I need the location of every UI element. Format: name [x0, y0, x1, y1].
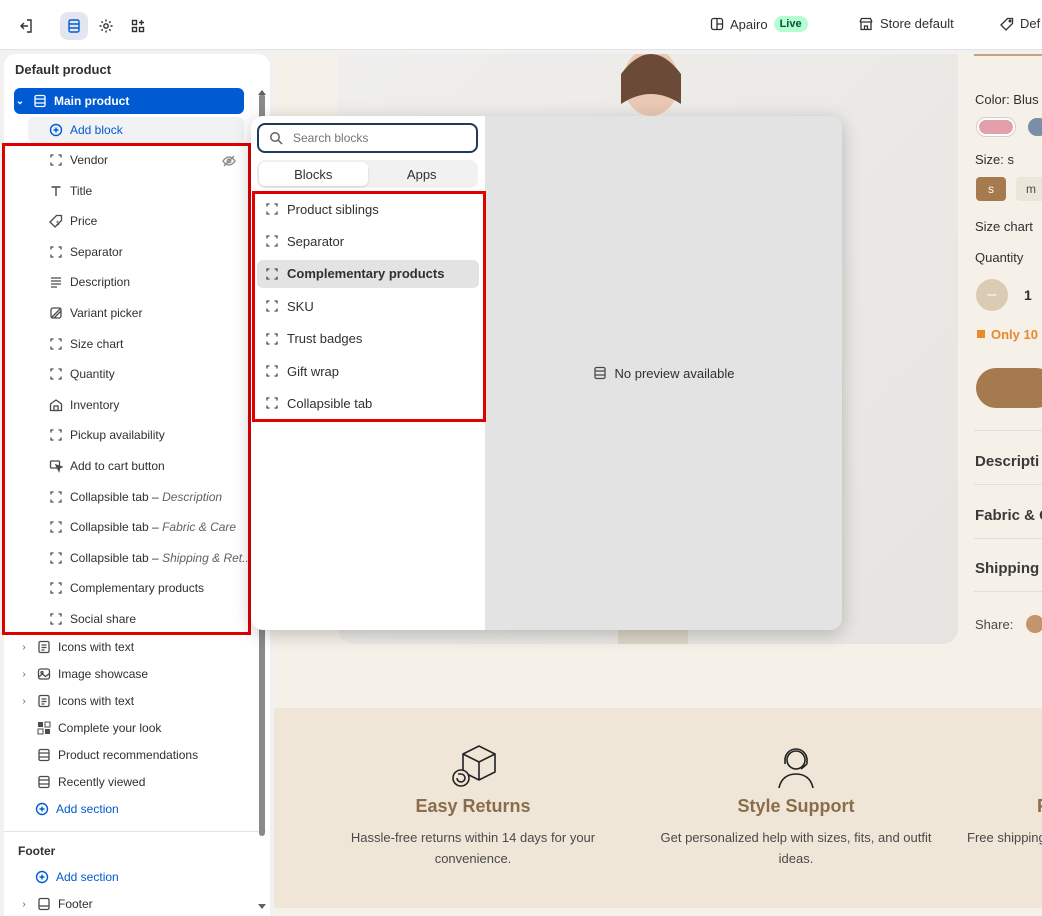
- plus-circle-icon: [48, 122, 64, 138]
- size-option-m[interactable]: m: [1016, 177, 1042, 201]
- scroll-down-arrow[interactable]: [258, 904, 266, 909]
- section-label: Icons with text: [58, 640, 135, 654]
- chevron-right-icon[interactable]: ›: [18, 642, 30, 653]
- footer-group-title: Footer: [18, 844, 56, 858]
- sections-icon[interactable]: [60, 12, 88, 40]
- quantity-value: 1: [1024, 287, 1032, 303]
- footer-section[interactable]: › Footer: [18, 891, 93, 916]
- picker-tabs: Blocks Apps: [257, 160, 478, 188]
- chevron-right-icon[interactable]: ›: [18, 669, 30, 680]
- layout-icon: [710, 17, 724, 31]
- quantity-label: Quantity: [975, 250, 1024, 265]
- store-selector[interactable]: Apairo Live: [710, 16, 808, 32]
- section-icon: [36, 693, 52, 709]
- section-label: Product recommendations: [58, 748, 199, 762]
- tag-icon: [1000, 17, 1014, 31]
- facebook-icon[interactable]: [1026, 615, 1042, 633]
- features-band: Easy Returns Hassle-free returns within …: [274, 708, 1042, 908]
- market-selector[interactable]: Store default: [858, 16, 954, 31]
- swatch-blue[interactable]: [1028, 118, 1042, 136]
- section-label: Recently viewed: [58, 775, 146, 789]
- size-chart-link[interactable]: Size chart: [975, 219, 1033, 234]
- section-label: Image showcase: [58, 667, 149, 681]
- tab-blocks[interactable]: Blocks: [259, 162, 368, 186]
- exit-icon[interactable]: [12, 12, 40, 40]
- feature-easy-returns: Easy Returns Hassle-free returns within …: [323, 708, 623, 869]
- returns-box-icon: [452, 745, 496, 787]
- chevron-right-icon[interactable]: ›: [18, 899, 30, 910]
- recs-icon: [36, 747, 52, 763]
- feature-style-support: Style Support Get personalized help with…: [646, 708, 946, 869]
- tab-apps[interactable]: Apps: [368, 162, 477, 186]
- feature-text: Hassle-free returns within 14 days for y…: [350, 830, 596, 866]
- image-icon: [36, 666, 52, 682]
- block-preview-pane: No preview available: [485, 116, 842, 630]
- add-block-label: Add block: [70, 123, 123, 137]
- feature-free-shipping: F Free shipping: [964, 708, 1042, 848]
- highlight-box-popover: [252, 191, 486, 422]
- footer-add-section-button[interactable]: Add section: [34, 864, 119, 890]
- section-item[interactable]: › Image showcase: [18, 661, 148, 687]
- feature-text: Get personalized help with sizes, fits, …: [660, 830, 932, 866]
- section-label: Complete your look: [58, 721, 162, 735]
- look-icon: [36, 720, 52, 736]
- main-product-section[interactable]: ⌄ Main product: [14, 88, 244, 114]
- search-icon: [270, 132, 283, 145]
- section-item[interactable]: Product recommendations: [18, 742, 198, 768]
- feature-title: Style Support: [737, 796, 855, 816]
- section-item[interactable]: › Icons with text: [18, 688, 134, 714]
- template-label: Def: [1020, 16, 1041, 31]
- store-icon: [859, 17, 873, 30]
- accordion-description[interactable]: Descripti: [975, 453, 1039, 470]
- live-badge: Live: [773, 16, 808, 32]
- scroll-up-arrow[interactable]: [258, 90, 266, 95]
- no-preview-text: No preview available: [614, 365, 735, 381]
- chevron-down-icon[interactable]: ⌄: [14, 96, 26, 107]
- plus-circle-icon: [34, 801, 50, 817]
- section-item[interactable]: Recently viewed: [18, 769, 145, 795]
- add-to-cart-button[interactable]: [976, 368, 1042, 408]
- search-field[interactable]: [257, 123, 478, 153]
- section-label: Icons with text: [58, 694, 135, 708]
- store-name: Apairo: [730, 16, 768, 32]
- swatch-pink[interactable]: [977, 118, 1015, 136]
- add-section-button[interactable]: Add section: [34, 796, 119, 822]
- accordion-fabric[interactable]: Fabric & C: [975, 507, 1042, 524]
- section-icon: [36, 639, 52, 655]
- feature-text: Free shipping: [967, 830, 1042, 845]
- section-item[interactable]: › Icons with text: [18, 634, 134, 660]
- stock-icon: [977, 330, 985, 338]
- size-option-s[interactable]: s: [976, 177, 1006, 201]
- store-default-label: Store default: [880, 16, 954, 31]
- accordion-shipping[interactable]: Shipping: [975, 560, 1039, 577]
- headset-icon: [778, 748, 814, 789]
- gear-icon[interactable]: [92, 12, 120, 40]
- recs-icon: [36, 774, 52, 790]
- stock-note: Only 10: [991, 327, 1038, 342]
- quantity-minus-button[interactable]: –: [976, 279, 1008, 311]
- section-icon: [32, 93, 48, 109]
- main-product-label: Main product: [54, 94, 130, 108]
- add-section-label: Add section: [56, 802, 119, 816]
- plus-circle-icon: [34, 869, 50, 885]
- size-label: Size: s: [975, 152, 1015, 167]
- footer-label: Footer: [58, 897, 93, 911]
- template-title: Default product: [15, 62, 112, 77]
- color-label: Color: Blus: [975, 92, 1039, 107]
- share-label: Share:: [975, 617, 1014, 632]
- highlight-box-sidebar: [2, 143, 251, 635]
- apps-icon[interactable]: [124, 12, 152, 40]
- template-selector[interactable]: Def: [1000, 16, 1040, 31]
- chevron-right-icon[interactable]: ›: [18, 696, 30, 707]
- feature-title: Easy Returns: [415, 796, 531, 816]
- add-block-button[interactable]: Add block: [28, 117, 244, 143]
- search-input[interactable]: [293, 131, 463, 145]
- product-info-panel: Color: Blus Size: s s m Size chart Quant…: [974, 54, 1042, 654]
- top-bar: Apairo Live Store default Def: [0, 0, 1042, 50]
- section-item[interactable]: Complete your look: [18, 715, 161, 741]
- section-icon: [593, 366, 606, 380]
- feature-title: F: [1037, 796, 1042, 817]
- add-section-label: Add section: [56, 870, 119, 884]
- footer-icon: [36, 896, 52, 912]
